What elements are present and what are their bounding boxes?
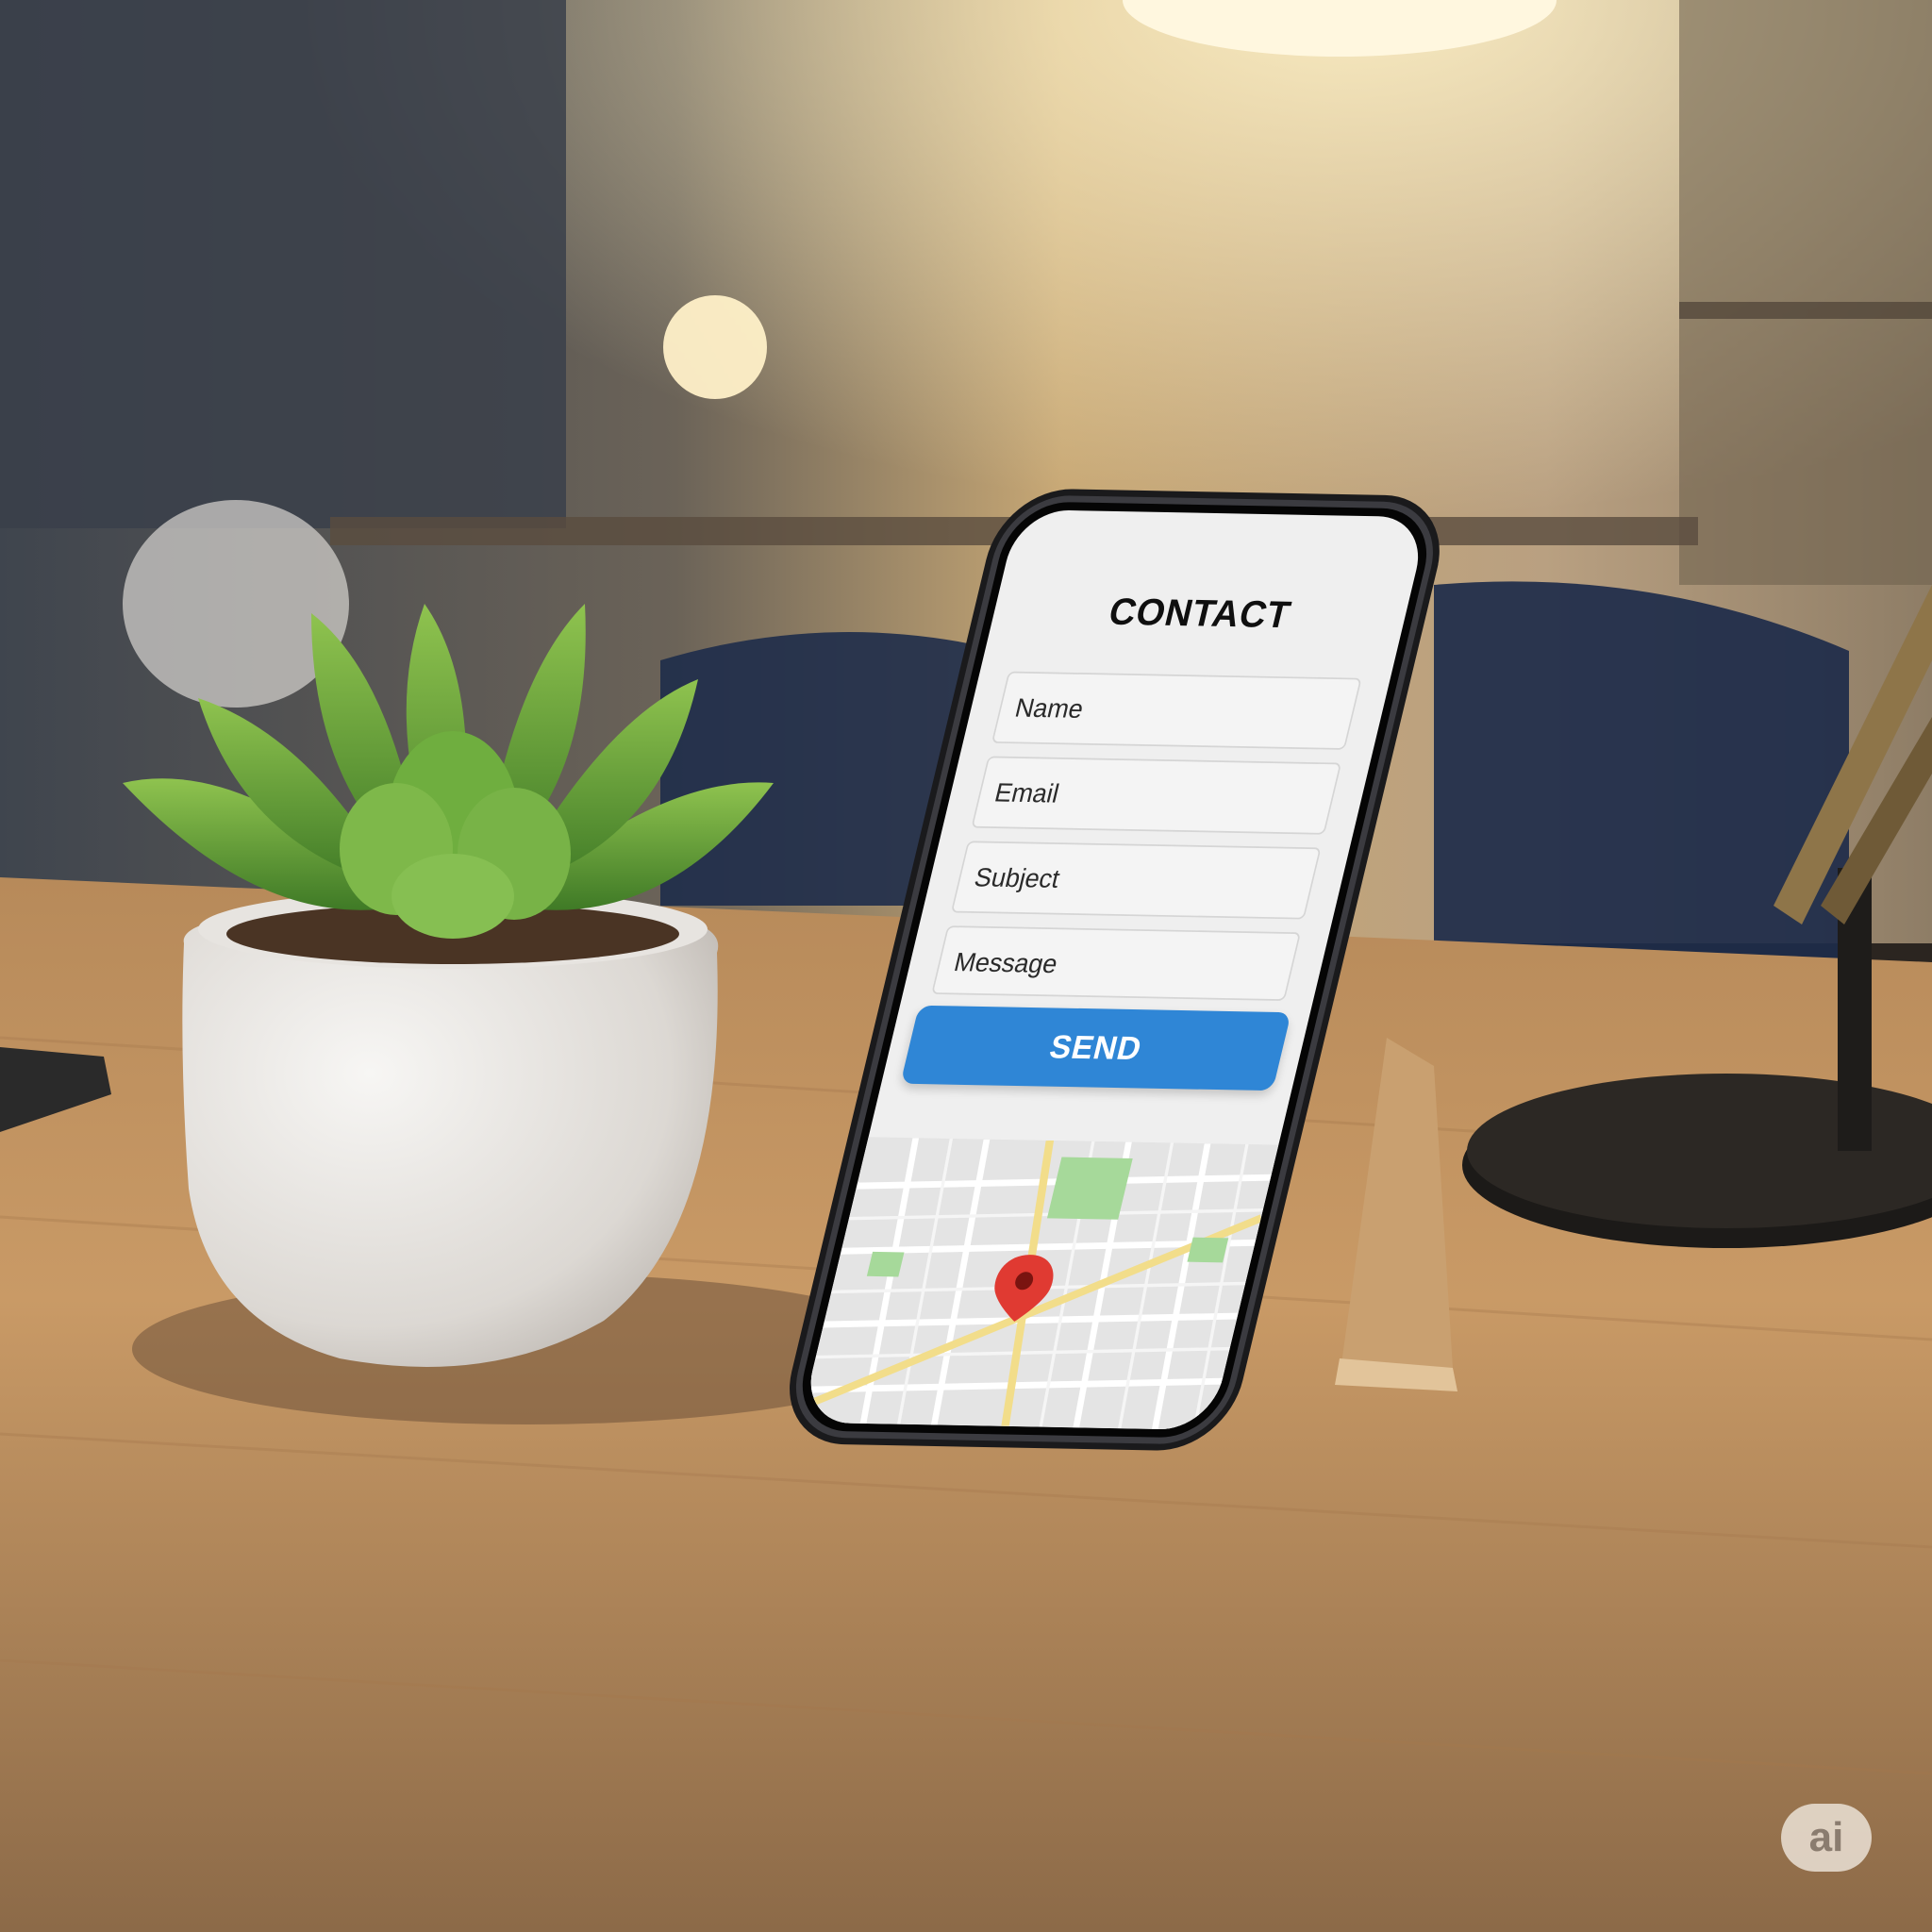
- send-button[interactable]: SEND: [900, 1005, 1291, 1091]
- email-field[interactable]: Email: [971, 756, 1342, 835]
- name-field[interactable]: Name: [991, 671, 1362, 750]
- map-graphic: [800, 1137, 1279, 1430]
- page-title: CONTACT: [1105, 590, 1295, 636]
- name-placeholder: Name: [1011, 692, 1087, 724]
- message-placeholder: Message: [951, 947, 1061, 979]
- message-field[interactable]: Message: [931, 925, 1302, 1001]
- email-placeholder: Email: [991, 777, 1062, 808]
- subject-field[interactable]: Subject: [950, 841, 1322, 920]
- ai-watermark-badge: ai: [1781, 1804, 1872, 1872]
- subject-placeholder: Subject: [971, 862, 1063, 893]
- location-map[interactable]: [800, 1137, 1279, 1430]
